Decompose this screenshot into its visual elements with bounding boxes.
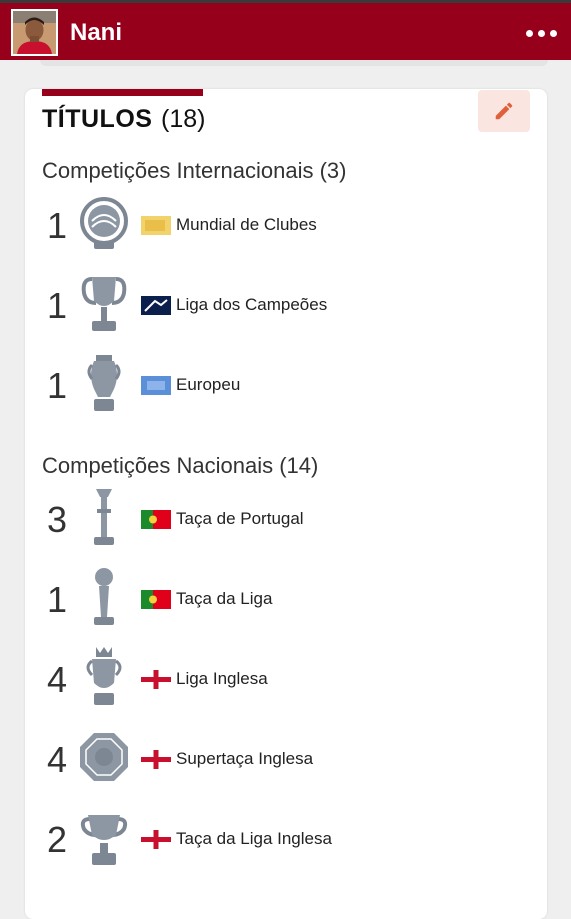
- title-row[interactable]: 4 Supertaça Inglesa: [42, 723, 522, 793]
- portugal-flag-icon: [141, 510, 171, 529]
- title-label: Liga dos Campeões: [176, 295, 328, 314]
- title-count: 2: [47, 819, 68, 860]
- club-world-cup-trophy-icon: [80, 197, 128, 249]
- league-cup-trophy-icon: [94, 568, 114, 625]
- champions-league-trophy-icon: [81, 277, 127, 331]
- title-count: 4: [47, 739, 68, 780]
- app-header: Nani: [0, 0, 571, 60]
- title-label: Europeu: [176, 375, 241, 394]
- title-row[interactable]: 1 Mundial de Clubes: [42, 189, 522, 259]
- title-count: 1: [47, 205, 68, 246]
- pencil-icon: [495, 102, 513, 120]
- title-label: Taça da Liga: [176, 589, 273, 608]
- player-photo: [13, 11, 56, 54]
- england-flag-icon: [141, 830, 171, 849]
- title-row[interactable]: 1 Europeu: [42, 349, 522, 419]
- uefa-flag-icon: [141, 376, 171, 395]
- player-avatar[interactable]: [11, 9, 58, 56]
- dot-icon: [549, 29, 557, 37]
- england-flag-icon: [141, 670, 171, 689]
- title-count: 4: [47, 659, 68, 700]
- titles-card: TÍTULOS (18) Competições Internacionais …: [25, 89, 547, 919]
- accent-bar: [42, 89, 203, 96]
- euro-trophy-icon: [87, 355, 121, 411]
- section-title-international: Competições Internacionais (3): [42, 158, 347, 183]
- title-row[interactable]: 1 Liga dos Campeões: [42, 269, 522, 339]
- header-shadow: [40, 60, 548, 66]
- title-label: Supertaça Inglesa: [176, 749, 314, 768]
- title-label: Liga Inglesa: [176, 669, 268, 688]
- card-title: TÍTULOS: [42, 105, 153, 133]
- title-count: 3: [47, 499, 68, 540]
- title-row[interactable]: 1 Taça da Liga: [42, 563, 522, 633]
- efl-cup-trophy-icon: [80, 815, 128, 865]
- portugal-flag-icon: [141, 590, 171, 609]
- uefa-champions-flag-icon: [141, 296, 171, 315]
- more-options-button[interactable]: [521, 21, 561, 45]
- title-label: Taça de Portugal: [176, 509, 304, 528]
- premier-league-trophy-icon: [86, 647, 122, 705]
- title-row[interactable]: 3 Taça de Portugal: [42, 483, 522, 553]
- dot-icon: [525, 29, 533, 37]
- player-name: Nani: [70, 19, 123, 46]
- community-shield-trophy-icon: [80, 733, 128, 781]
- titles-total: (18): [161, 105, 206, 133]
- title-row[interactable]: 4 Liga Inglesa: [42, 643, 522, 713]
- title-row[interactable]: 2 Taça da Liga Inglesa: [42, 803, 522, 873]
- title-label: Mundial de Clubes: [176, 215, 317, 234]
- fifa-flag-icon: [141, 216, 171, 235]
- dot-icon: [537, 29, 545, 37]
- portugal-cup-trophy-icon: [94, 489, 114, 545]
- title-count: 1: [47, 285, 68, 326]
- edit-button[interactable]: [478, 90, 530, 132]
- title-count: 1: [47, 579, 68, 620]
- title-label: Taça da Liga Inglesa: [176, 829, 332, 848]
- title-count: 1: [47, 365, 68, 406]
- section-title-national: Competições Nacionais (14): [42, 453, 319, 478]
- england-flag-icon: [141, 750, 171, 769]
